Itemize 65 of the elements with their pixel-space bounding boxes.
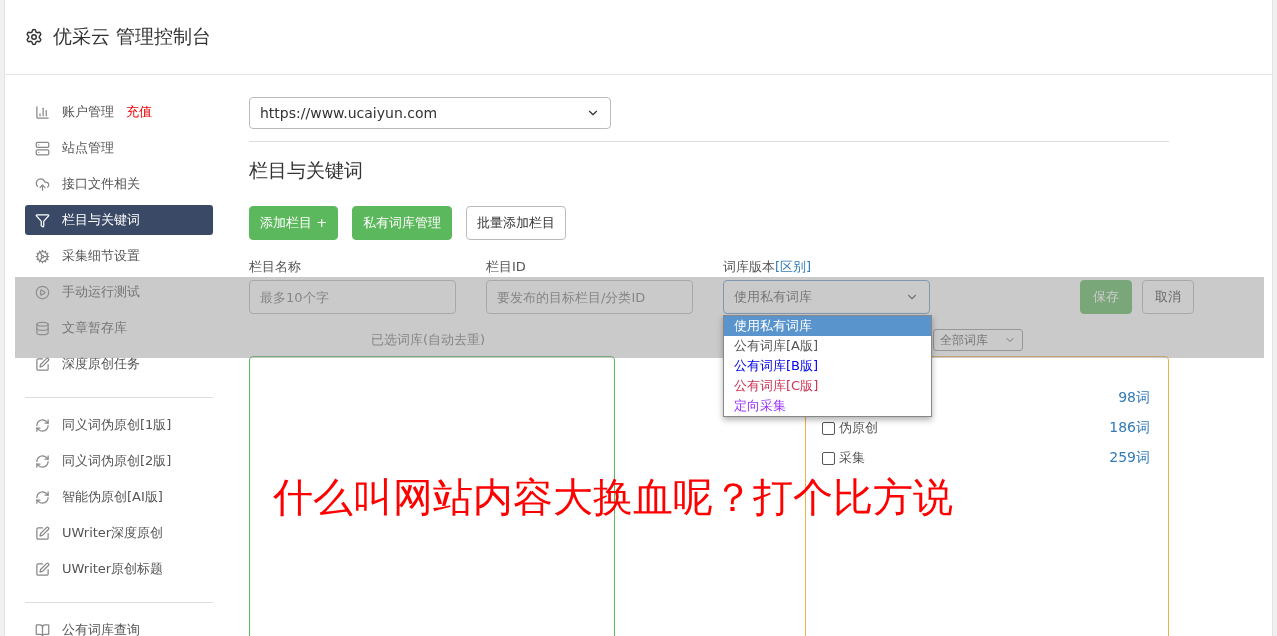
word-count: 259词 bbox=[1109, 449, 1150, 467]
recharge-link[interactable]: 充值 bbox=[126, 103, 152, 121]
sidebar-item-label: UWriter原创标题 bbox=[62, 560, 164, 578]
library-label: 伪原创 bbox=[839, 419, 878, 437]
field-label: 词库版本 bbox=[723, 258, 775, 276]
sidebar-item-label: UWriter深度原创 bbox=[62, 524, 164, 542]
sidebar-item-label: 文章暂存库 bbox=[62, 319, 127, 337]
input-field[interactable]: 最多10个字 bbox=[249, 280, 456, 314]
sidebar-item[interactable]: 同义词伪原创[1版] bbox=[25, 410, 213, 440]
sidebar-item-label: 手动运行测试 bbox=[62, 283, 140, 301]
refresh-icon bbox=[35, 417, 50, 433]
sidebar-item-label: 智能伪原创[AI版] bbox=[62, 488, 163, 506]
section-title: 栏目与关键词 bbox=[249, 158, 364, 183]
menu-option[interactable]: 公有词库[B版] bbox=[724, 356, 931, 376]
edit-icon bbox=[35, 561, 50, 577]
word-count: 98词 bbox=[1118, 389, 1150, 407]
field-label: 栏目ID bbox=[486, 258, 527, 276]
refresh-icon bbox=[35, 489, 50, 505]
sidebar-item-label: 同义词伪原创[2版] bbox=[62, 452, 172, 470]
sidebar-item-label: 账户管理 bbox=[62, 103, 114, 121]
cloud-upload-icon bbox=[35, 176, 50, 192]
sidebar-item[interactable]: 同义词伪原创[2版] bbox=[25, 446, 213, 476]
site-select[interactable]: https://www.ucaiyun.com bbox=[249, 97, 611, 129]
sidebar-item[interactable]: 深度原创任务 bbox=[25, 349, 213, 379]
gears-icon bbox=[35, 248, 50, 264]
sidebar-item-label: 采集细节设置 bbox=[62, 247, 140, 265]
sidebar-item-label: 接口文件相关 bbox=[62, 175, 140, 193]
input-field[interactable]: 要发布的目标栏目/分类ID bbox=[486, 280, 693, 314]
checkbox[interactable] bbox=[822, 421, 835, 435]
sidebar-item[interactable]: 采集细节设置 bbox=[25, 241, 213, 271]
menu-option[interactable]: 公有词库[A版] bbox=[724, 336, 931, 356]
database-icon bbox=[35, 320, 50, 336]
sidebar-item[interactable]: 公有词库查询 bbox=[25, 615, 213, 636]
action-button[interactable]: 批量添加栏目 bbox=[466, 206, 567, 240]
edit-icon bbox=[35, 525, 50, 541]
sidebar-item[interactable]: UWriter原创标题 bbox=[25, 554, 213, 584]
cancel-button[interactable]: 取消 bbox=[1142, 280, 1194, 314]
app-title: 优采云 管理控制台 bbox=[53, 24, 212, 49]
sidebar-item[interactable]: 栏目与关键词 bbox=[25, 205, 213, 235]
selected-libraries-label: 已选词库(自动去重) bbox=[371, 331, 486, 349]
word-count: 186词 bbox=[1109, 419, 1150, 437]
book-icon bbox=[35, 622, 50, 636]
filter-icon bbox=[35, 212, 50, 228]
sidebar-item-label: 栏目与关键词 bbox=[62, 211, 140, 229]
sidebar-item-label: 同义词伪原创[1版] bbox=[62, 416, 172, 434]
library-label: 采集 bbox=[839, 449, 865, 467]
sidebar-item[interactable]: 站点管理 bbox=[25, 133, 213, 163]
sidebar-item[interactable]: UWriter深度原创 bbox=[25, 518, 213, 548]
sidebar-item[interactable]: 智能伪原创[AI版] bbox=[25, 482, 213, 512]
difference-link[interactable]: [区别] bbox=[775, 259, 812, 274]
sidebar-item[interactable]: 账户管理 充值 bbox=[25, 97, 213, 127]
sidebar-item-label: 公有词库查询 bbox=[62, 621, 140, 636]
field-label: 栏目名称 bbox=[249, 258, 302, 276]
server-icon bbox=[35, 140, 50, 156]
sidebar-item-label: 深度原创任务 bbox=[62, 355, 140, 373]
settings-icon bbox=[25, 28, 43, 46]
play-icon bbox=[35, 284, 50, 300]
bar-chart-icon bbox=[35, 104, 50, 120]
sidebar-item[interactable]: 接口文件相关 bbox=[25, 169, 213, 199]
menu-option[interactable]: 公有词库[C版] bbox=[724, 376, 931, 396]
checkbox[interactable] bbox=[822, 451, 835, 465]
refresh-icon bbox=[35, 453, 50, 469]
sidebar-item-label: 站点管理 bbox=[62, 139, 114, 157]
edit-icon bbox=[35, 356, 50, 372]
menu-option[interactable]: 定向采集 bbox=[724, 396, 931, 416]
